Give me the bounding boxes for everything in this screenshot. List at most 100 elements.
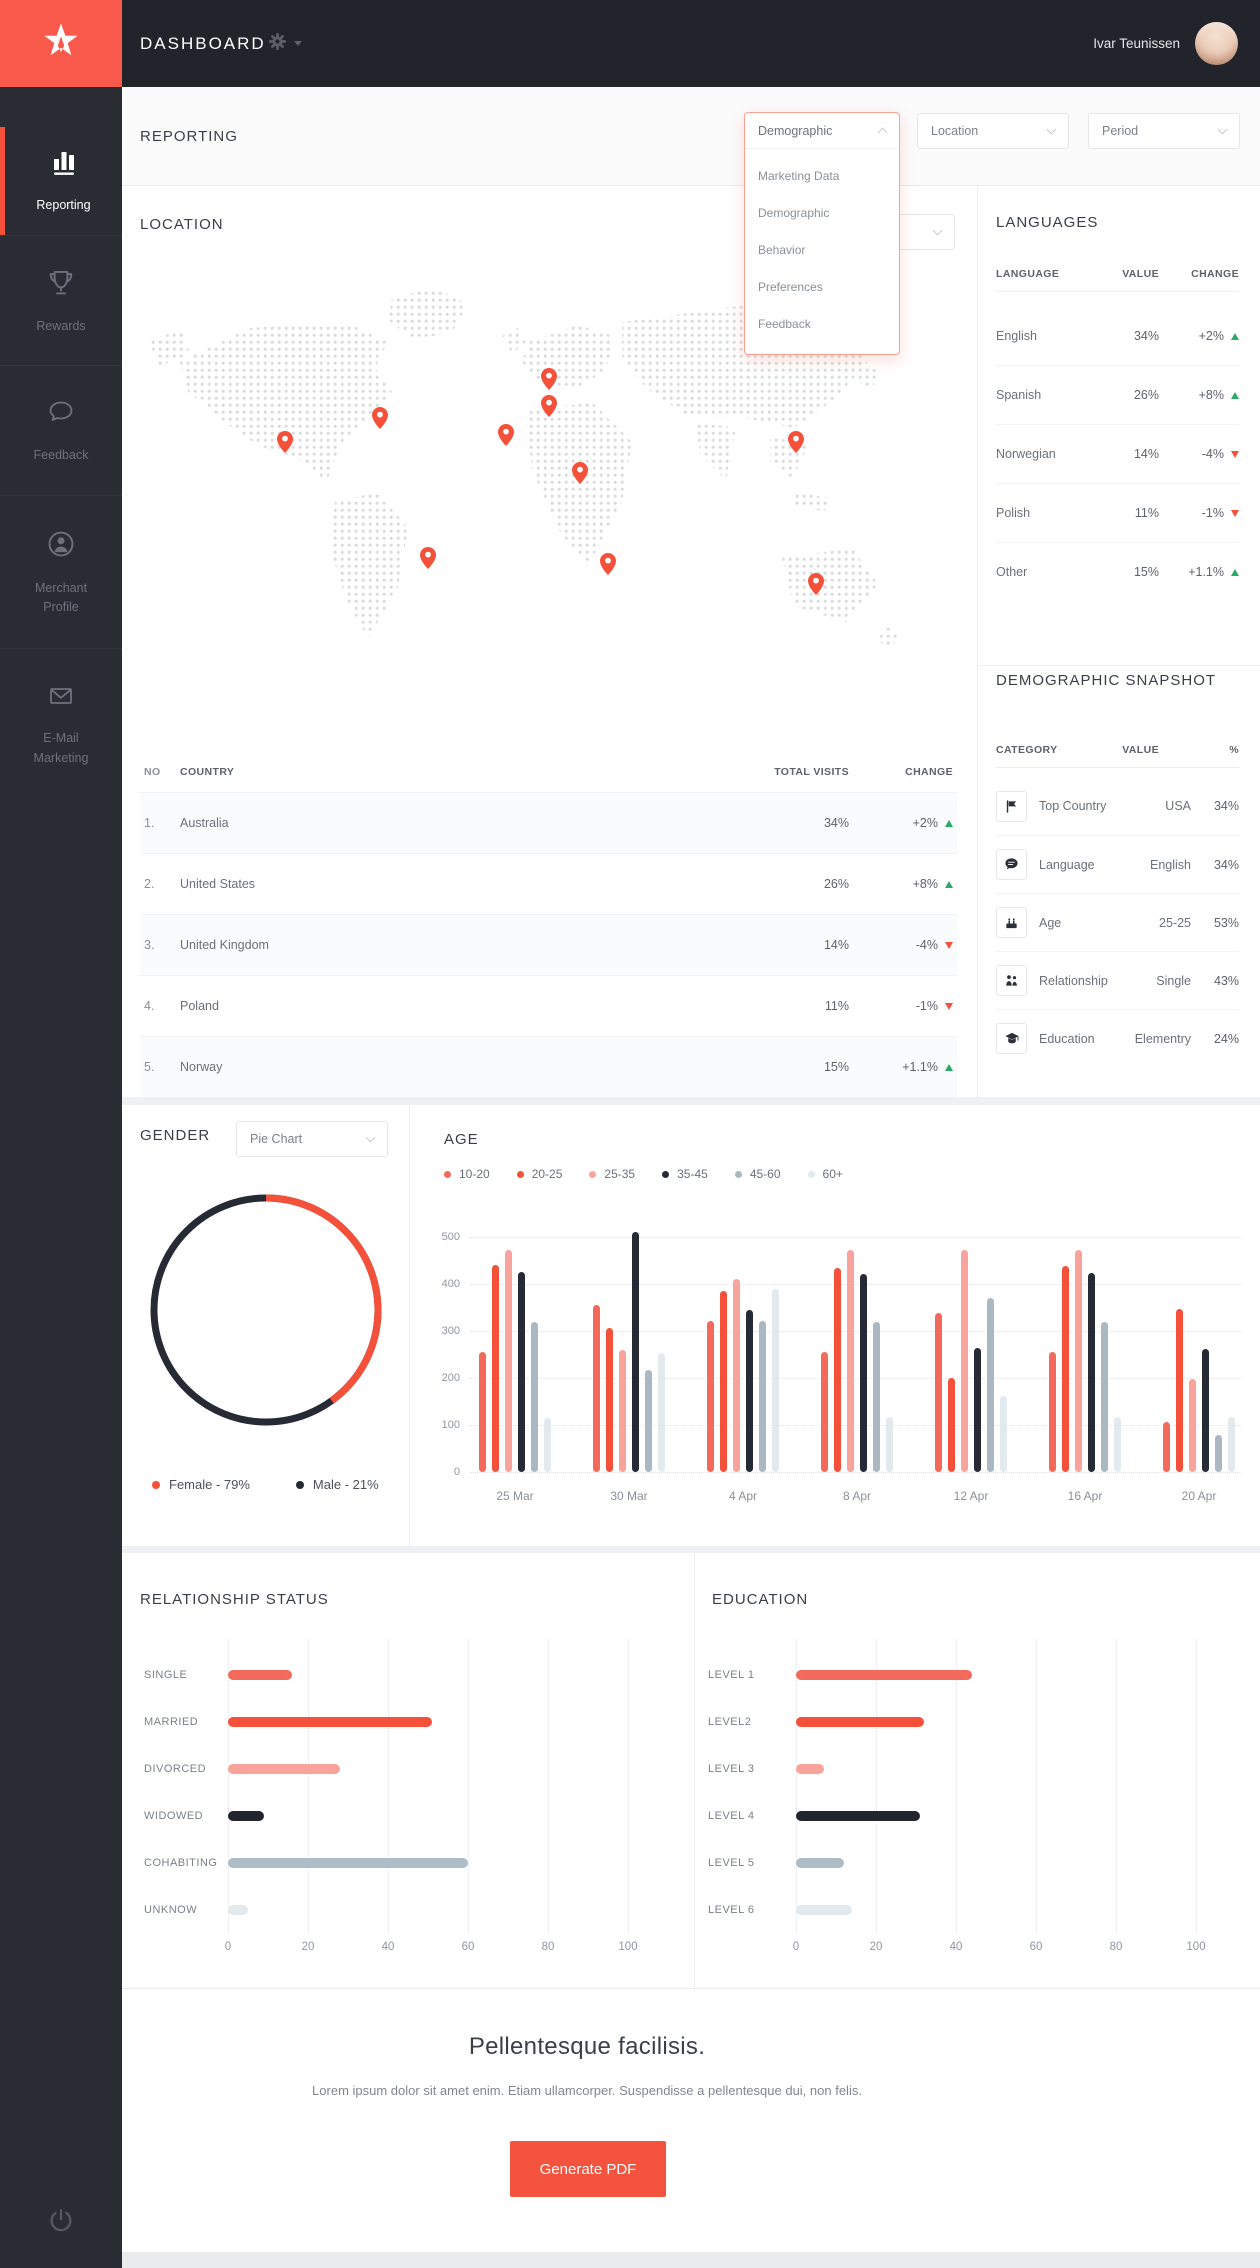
bar-45-60[interactable]: [645, 1370, 652, 1473]
avatar[interactable]: [1195, 22, 1238, 65]
bar-35-45[interactable]: [974, 1348, 981, 1472]
bar-45-60[interactable]: [1215, 1435, 1222, 1472]
table-row[interactable]: 4.Poland11%-1%: [140, 975, 957, 1036]
map-pin-icon[interactable]: [541, 395, 557, 417]
bar-60+[interactable]: [544, 1418, 551, 1472]
dropdown-option-feedback[interactable]: Feedback: [745, 305, 899, 342]
bar-60+[interactable]: [886, 1417, 893, 1473]
dropdown-option-preferences[interactable]: Preferences: [745, 268, 899, 305]
map-pin-icon[interactable]: [788, 431, 804, 453]
table-row[interactable]: 5.Norway15%+1.1%: [140, 1036, 957, 1097]
bar-20-25[interactable]: [1176, 1309, 1183, 1472]
period-select[interactable]: Period: [1088, 113, 1240, 149]
bar-25-35[interactable]: [1189, 1379, 1196, 1473]
bar-single[interactable]: [228, 1670, 292, 1680]
bar-level-3[interactable]: [796, 1764, 824, 1774]
bar-35-45[interactable]: [860, 1274, 867, 1472]
logout-button[interactable]: [0, 2205, 122, 2240]
map-pin-icon[interactable]: [600, 553, 616, 575]
bar-35-45[interactable]: [632, 1232, 639, 1472]
sidebar-item-feedback[interactable]: Feedback: [0, 365, 122, 495]
bar-20-25[interactable]: [492, 1265, 499, 1472]
language-value: 11%: [1093, 506, 1159, 520]
map-pin-icon[interactable]: [420, 547, 436, 569]
bar-level2[interactable]: [796, 1717, 924, 1727]
table-row[interactable]: 1.Australia34%+2%: [140, 792, 957, 853]
snapshot-row[interactable]: Top CountryUSA34%: [996, 777, 1239, 835]
map-pin-icon[interactable]: [498, 424, 514, 446]
bar-35-45[interactable]: [746, 1310, 753, 1472]
language-row[interactable]: Spanish26%+8%: [996, 365, 1239, 424]
bar-20-25[interactable]: [606, 1328, 613, 1472]
bar-45-60[interactable]: [873, 1322, 880, 1472]
bar-20-25[interactable]: [720, 1291, 727, 1472]
bar-25-35[interactable]: [505, 1250, 512, 1472]
bar-20-25[interactable]: [1062, 1266, 1069, 1472]
snapshot-row[interactable]: RelationshipSingle43%: [996, 951, 1239, 1009]
bar-level-6[interactable]: [796, 1905, 852, 1915]
bar-45-60[interactable]: [1101, 1322, 1108, 1472]
bar-35-45[interactable]: [1202, 1349, 1209, 1472]
bar-10-20[interactable]: [593, 1305, 600, 1472]
language-icon: [996, 849, 1027, 880]
bar-20-25[interactable]: [834, 1268, 841, 1472]
bar-25-35[interactable]: [1075, 1250, 1082, 1472]
bar-60+[interactable]: [1114, 1417, 1121, 1473]
bar-60+[interactable]: [1228, 1417, 1235, 1473]
bar-married[interactable]: [228, 1717, 432, 1727]
bar-25-35[interactable]: [733, 1279, 740, 1472]
map-pin-icon[interactable]: [277, 431, 293, 453]
bar-cohabiting[interactable]: [228, 1858, 468, 1868]
bar-10-20[interactable]: [1049, 1352, 1056, 1472]
reporting-on-select[interactable]: Demographic: [745, 113, 899, 149]
bar-10-20[interactable]: [935, 1313, 942, 1472]
bar-25-35[interactable]: [961, 1250, 968, 1472]
sidebar-item-reporting[interactable]: Reporting: [0, 127, 122, 235]
bar-45-60[interactable]: [987, 1298, 994, 1472]
bar-60+[interactable]: [1000, 1396, 1007, 1472]
generate-pdf-button[interactable]: Generate PDF: [510, 2141, 666, 2197]
table-row[interactable]: 3.United Kingdom14%-4%: [140, 914, 957, 975]
bar-level-1[interactable]: [796, 1670, 972, 1680]
sidebar-item-merchant-profile[interactable]: Merchant Profile: [0, 495, 122, 648]
bar-25-35[interactable]: [847, 1250, 854, 1472]
bar-60+[interactable]: [658, 1353, 665, 1472]
bar-10-20[interactable]: [707, 1321, 714, 1472]
dropdown-option-marketing-data[interactable]: Marketing Data: [745, 157, 899, 194]
dropdown-option-demographic[interactable]: Demographic: [745, 194, 899, 231]
bar-10-20[interactable]: [821, 1352, 828, 1472]
map-pin-icon[interactable]: [541, 368, 557, 390]
bar-10-20[interactable]: [1163, 1422, 1170, 1472]
bar-45-60[interactable]: [759, 1321, 766, 1472]
bar-divorced[interactable]: [228, 1764, 340, 1774]
language-row[interactable]: English34%+2%: [996, 306, 1239, 365]
bar-level-4[interactable]: [796, 1811, 920, 1821]
location-select[interactable]: Location: [917, 113, 1069, 149]
dropdown-option-behavior[interactable]: Behavior: [745, 231, 899, 268]
snapshot-row[interactable]: LanguageEnglish34%: [996, 835, 1239, 893]
map-pin-icon[interactable]: [372, 407, 388, 429]
language-row[interactable]: Norwegian14%-4%: [996, 424, 1239, 483]
bar-level-5[interactable]: [796, 1858, 844, 1868]
bar-60+[interactable]: [772, 1289, 779, 1472]
sidebar-item-e-mail-marketing[interactable]: E-Mail Marketing: [0, 648, 122, 800]
language-row[interactable]: Polish11%-1%: [996, 483, 1239, 542]
bar-widowed[interactable]: [228, 1811, 264, 1821]
bar-10-20[interactable]: [479, 1352, 486, 1472]
table-row[interactable]: 2.United States26%+8%: [140, 853, 957, 914]
map-pin-icon[interactable]: [808, 573, 824, 595]
map-pin-icon[interactable]: [572, 462, 588, 484]
bar-45-60[interactable]: [531, 1322, 538, 1472]
language-row[interactable]: Other15%+1.1%: [996, 542, 1239, 601]
snapshot-row[interactable]: Age25-2553%: [996, 893, 1239, 951]
bar-20-25[interactable]: [948, 1378, 955, 1472]
bar-35-45[interactable]: [518, 1272, 525, 1472]
bar-25-35[interactable]: [619, 1350, 626, 1472]
bar-unknow[interactable]: [228, 1905, 248, 1915]
sidebar-item-rewards[interactable]: Rewards: [0, 235, 122, 365]
bar-35-45[interactable]: [1088, 1273, 1095, 1472]
snapshot-row[interactable]: EducationElementry24%: [996, 1009, 1239, 1067]
app-logo[interactable]: [0, 0, 122, 87]
settings-control[interactable]: [268, 0, 302, 87]
gender-chart-type-select[interactable]: Pie Chart: [236, 1121, 388, 1157]
